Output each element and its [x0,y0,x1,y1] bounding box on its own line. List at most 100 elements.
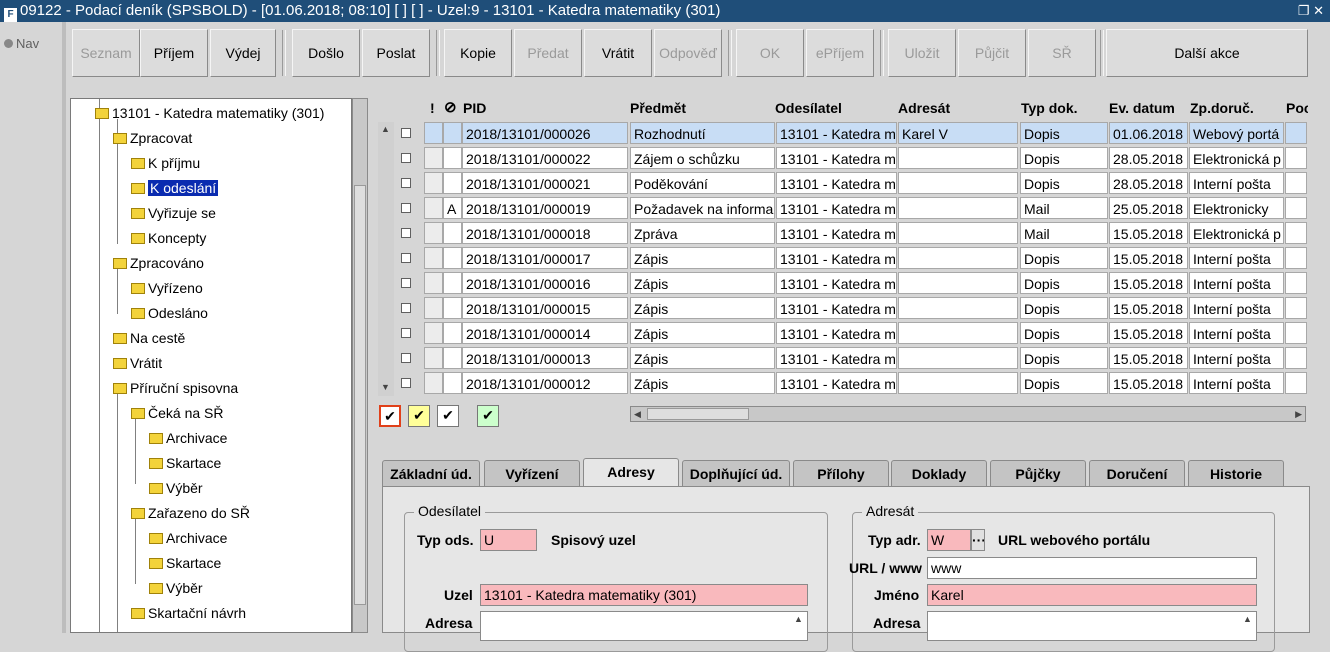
ok-button[interactable]: OK [736,29,804,77]
tree-node[interactable]: K příjmu [131,153,200,173]
scroll-right-icon[interactable]: ▶ [1295,409,1302,420]
tree-node[interactable]: Zařazeno do SŘ [131,503,250,523]
row-checkbox[interactable] [401,378,411,388]
tab-pujcky[interactable]: Půjčky [990,460,1086,486]
vratit-button[interactable]: Vrátit [584,29,652,77]
tab-vyrizeni[interactable]: Vyřízení [484,460,580,486]
tab-doklady[interactable]: Doklady [891,460,987,486]
tree-node[interactable]: Čeká na SŘ [131,403,223,423]
sender-node-field[interactable]: 13101 - Katedra matematiky (301) [480,584,808,606]
ulozit-button[interactable]: Uložit [888,29,956,77]
tab-zakladni-ud[interactable]: Základní úd. [382,460,480,486]
pujcit-button[interactable]: Půjčit [958,29,1026,77]
tree-node[interactable]: Výběr [149,478,203,498]
tree-node[interactable]: Vrátit [113,353,162,373]
attachment-icon[interactable]: ⊘ [444,98,457,118]
sender-address-field[interactable] [480,611,808,641]
scroll-up-icon[interactable]: ▲ [1243,614,1252,624]
col-header-zp-doruc[interactable]: Zp.doruč. [1190,98,1254,118]
sender-type-field[interactable]: U [480,529,537,551]
tab-doruceni[interactable]: Doručení [1089,460,1185,486]
dalsi-akce-button[interactable]: Další akce [1106,29,1308,77]
scroll-up-icon[interactable]: ▲ [381,124,390,134]
seznam-button[interactable]: Seznam [72,29,140,77]
doslo-button[interactable]: Došlo [292,29,360,77]
folder-tree[interactable]: 13101 - Katedra matematiky (301) Zpracov… [70,98,352,633]
col-header-poc[interactable]: Poc [1286,98,1308,118]
col-header-odesilatel[interactable]: Odesílatel [775,98,842,118]
row-checkbox[interactable] [401,353,411,363]
row-pid-cell: 2018/13101/000017 [462,247,628,269]
scroll-left-icon[interactable]: ◀ [634,409,641,420]
legend-checkbox-yellow[interactable]: ✔ [408,405,430,427]
grid-vertical-scrollbar[interactable]: ▲ ▼ [378,122,394,396]
vydej-button[interactable]: Výdej [210,29,276,77]
recipient-name-field[interactable]: Karel [927,584,1257,606]
tab-doplnujici-ud[interactable]: Doplňující úd. [682,460,790,486]
restore-window-icon[interactable]: ❐ ✕ [1298,0,1324,22]
odpoved-button[interactable]: Odpověď [654,29,722,77]
scroll-down-icon[interactable]: ▼ [381,382,390,392]
tree-node[interactable]: Skartace [149,453,221,473]
tree-node[interactable]: Skartační návrh [131,603,246,623]
lookup-ellipsis-icon[interactable]: ··· [971,529,985,551]
recipient-address-field[interactable] [927,611,1257,641]
col-header-predmet[interactable]: Předmět [630,98,686,118]
tab-prilohy[interactable]: Přílohy [793,460,889,486]
legend-checkbox-white[interactable]: ✔ [437,405,459,427]
tree-node[interactable]: Archivace [149,428,227,448]
tree-node[interactable]: Zpracovat [113,128,192,148]
legend-checkbox-green[interactable]: ✔ [477,405,499,427]
col-header-flag[interactable]: ! [430,98,435,118]
row-checkbox[interactable] [401,228,411,238]
tree-node-label: K odeslání [148,180,219,196]
tree-node[interactable]: Koncepty [131,228,206,248]
row-checkbox[interactable] [401,128,411,138]
tree-node[interactable]: Vyřízeno [131,278,203,298]
row-adresat-cell [898,347,1018,369]
col-header-ev-datum[interactable]: Ev. datum [1109,98,1175,118]
tree-node[interactable]: Výběr [149,578,203,598]
row-checkbox[interactable] [401,328,411,338]
eprijem-button[interactable]: ePříjem [806,29,874,77]
tree-scroll-thumb[interactable] [354,185,366,605]
recipient-url-field[interactable]: www [927,557,1257,579]
tree-node[interactable]: Na cestě [113,328,185,348]
row-zp-cell: Elektronicky [1189,197,1284,219]
h-scroll-thumb[interactable] [647,408,749,420]
col-header-typ-dok[interactable]: Typ dok. [1021,98,1078,118]
col-header-adresat[interactable]: Adresát [898,98,950,118]
scroll-up-icon[interactable]: ▲ [794,614,803,624]
row-checkbox[interactable] [401,253,411,263]
grid-horizontal-scrollbar[interactable]: ◀ ▶ [630,406,1306,422]
row-checkbox[interactable] [401,278,411,288]
legend-checkbox-red[interactable]: ✔ [379,405,401,427]
prijem-button[interactable]: Příjem [140,29,208,77]
row-checkbox[interactable] [401,178,411,188]
row-checkbox[interactable] [401,153,411,163]
tree-node[interactable]: Archivace [149,528,227,548]
tree-node[interactable]: 13101 - Katedra matematiky (301) [95,103,324,123]
tree-node[interactable]: Skartace [149,553,221,573]
row-pid-cell: 2018/13101/000022 [462,147,628,169]
tree-node-selected[interactable]: K odeslání [131,178,219,198]
poslat-button[interactable]: Poslat [362,29,430,77]
kopie-button[interactable]: Kopie [444,29,512,77]
row-checkbox[interactable] [401,203,411,213]
recipient-type-field[interactable]: W [927,529,971,551]
tab-historie[interactable]: Historie [1188,460,1284,486]
sr-button[interactable]: SŘ [1028,29,1096,77]
tree-node[interactable]: Odesláno [131,303,208,323]
row-checkbox[interactable] [401,303,411,313]
tree-scrollbar[interactable] [352,98,368,633]
tab-adresy[interactable]: Adresy [583,458,679,488]
folder-icon [149,458,163,469]
tree-node[interactable]: Příruční spisovna [113,378,238,398]
nav-toggle[interactable]: Nav [4,36,39,51]
tree-node[interactable]: Zpracováno [113,253,204,273]
predat-button[interactable]: Předat [514,29,582,77]
row-poc-cell [1285,272,1307,294]
col-header-pid[interactable]: PID [463,98,486,118]
tree-node[interactable]: Vyřizuje se [131,203,216,223]
row-poc-cell [1285,297,1307,319]
